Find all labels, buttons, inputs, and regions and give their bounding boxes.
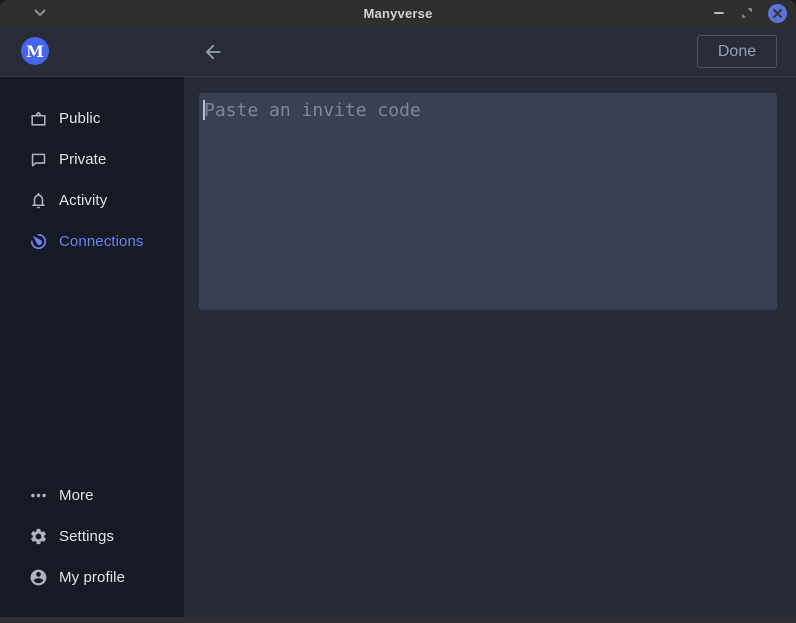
- titlebar: Manyverse: [0, 0, 796, 26]
- app-header: M Done: [0, 26, 796, 77]
- close-icon: [768, 4, 787, 23]
- arrow-back-icon: [202, 41, 224, 63]
- sidebar-item-my-profile[interactable]: My profile: [0, 557, 184, 598]
- sidebar-item-label: Connections: [59, 233, 144, 250]
- private-icon: [28, 150, 48, 170]
- sidebar-item-activity[interactable]: Activity: [0, 180, 184, 221]
- window-menu-chevron-icon[interactable]: [33, 7, 47, 19]
- sidebar-item-public[interactable]: Public: [0, 98, 184, 139]
- body-row: Public Private Activity: [0, 77, 796, 617]
- restore-icon: [741, 7, 753, 19]
- sidebar-spacer: [0, 262, 184, 475]
- manyverse-logo: M: [21, 37, 49, 65]
- more-icon: [28, 486, 48, 506]
- sidebar-item-more[interactable]: More: [0, 475, 184, 516]
- sidebar-item-private[interactable]: Private: [0, 139, 184, 180]
- sidebar-item-label: My profile: [59, 569, 125, 586]
- window-controls: [706, 0, 796, 26]
- sidebar-item-label: Public: [59, 110, 100, 127]
- connections-icon: [28, 232, 48, 252]
- minimize-button[interactable]: [706, 0, 732, 26]
- back-button[interactable]: [201, 40, 225, 64]
- activity-bell-icon: [28, 191, 48, 211]
- sidebar: Public Private Activity: [0, 77, 184, 617]
- settings-gear-icon: [28, 527, 48, 547]
- sidebar-item-label: Private: [59, 151, 106, 168]
- window-bottom-border: [0, 617, 796, 623]
- sidebar-item-label: Settings: [59, 528, 114, 545]
- logo-letter: M: [26, 42, 44, 61]
- restore-button[interactable]: [734, 0, 760, 26]
- sidebar-item-label: Activity: [59, 192, 107, 209]
- manyverse-window: Manyverse M: [0, 0, 796, 623]
- profile-avatar-icon: [28, 568, 48, 588]
- invite-code-input[interactable]: [199, 93, 777, 310]
- sidebar-item-settings[interactable]: Settings: [0, 516, 184, 557]
- sidebar-item-connections[interactable]: Connections: [0, 221, 184, 262]
- sidebar-item-label: More: [59, 487, 94, 504]
- minimize-icon: [714, 12, 724, 14]
- close-button[interactable]: [764, 0, 790, 26]
- main-content: [184, 77, 796, 617]
- public-icon: [28, 109, 48, 129]
- done-button[interactable]: Done: [697, 35, 777, 68]
- window-title: Manyverse: [363, 6, 432, 21]
